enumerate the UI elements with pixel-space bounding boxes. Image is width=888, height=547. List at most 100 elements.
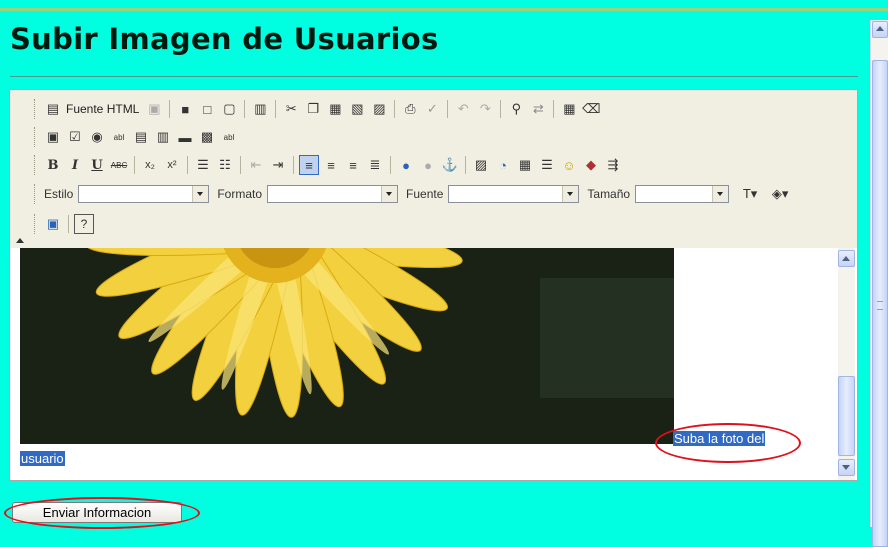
- button-field-icon[interactable]: ▬: [175, 127, 195, 147]
- collapse-toolbar-icon[interactable]: [16, 238, 24, 243]
- style-select[interactable]: [78, 185, 210, 203]
- toolbar-separator: [275, 100, 277, 118]
- text-field-icon[interactable]: abl: [109, 127, 129, 147]
- page-scroll-thumb[interactable]: [872, 60, 888, 547]
- find-icon[interactable]: ⚲: [506, 99, 526, 119]
- source-html-button[interactable]: Fuente HTML: [66, 102, 139, 116]
- textarea-icon[interactable]: ▤: [131, 127, 151, 147]
- toolbar-separator: [465, 156, 466, 174]
- toolbar-separator: [500, 100, 502, 118]
- superscript-icon[interactable]: x²: [162, 155, 182, 175]
- indent-icon[interactable]: ⇥: [268, 155, 288, 175]
- flower-image[interactable]: [20, 248, 674, 444]
- table-icon[interactable]: ▦: [515, 155, 535, 175]
- size-label: Tamaño: [587, 187, 631, 201]
- toolbar-separator: [68, 215, 69, 233]
- toolbar-separator: [293, 156, 294, 174]
- image-icon[interactable]: ▨: [471, 155, 491, 175]
- remove-format-icon[interactable]: ⌫: [581, 99, 601, 119]
- justify-icon[interactable]: ≣: [365, 155, 385, 175]
- new-page-icon[interactable]: □: [197, 99, 217, 119]
- annotation-circle-text: [655, 423, 801, 463]
- preview-icon[interactable]: ▢: [219, 99, 239, 119]
- toolbar-grip: [34, 214, 38, 234]
- align-right-icon[interactable]: ≡: [343, 155, 363, 175]
- background-color-icon[interactable]: ◈▾: [766, 184, 794, 204]
- paste-icon[interactable]: ▦: [325, 99, 345, 119]
- hidden-field-icon[interactable]: abl: [219, 127, 239, 147]
- save-icon[interactable]: ■: [175, 99, 195, 119]
- numbered-list-icon[interactable]: ☰: [193, 155, 213, 175]
- page-scrollbar[interactable]: [870, 20, 888, 547]
- subscript-icon[interactable]: x₂: [140, 155, 160, 175]
- toolbar-row-2: ▣ ☑ ◉ abl ▤ ▥ ▬ ▩ abl: [34, 125, 240, 149]
- templates-icon[interactable]: ▣: [144, 99, 164, 119]
- unlink-icon[interactable]: ●: [418, 155, 438, 175]
- toolbar-row-5: ▣ ?: [34, 212, 95, 236]
- paste-word-icon[interactable]: ▨: [369, 99, 389, 119]
- copy-icon[interactable]: ❐: [303, 99, 323, 119]
- link-icon[interactable]: ●: [396, 155, 416, 175]
- page-scroll-up-button[interactable]: [872, 21, 888, 38]
- replace-icon[interactable]: ⇄: [528, 99, 548, 119]
- select-field-icon[interactable]: ▥: [153, 127, 173, 147]
- undo-icon[interactable]: ↶: [453, 99, 473, 119]
- format-select[interactable]: [267, 185, 399, 203]
- print-icon[interactable]: ⎙: [400, 99, 420, 119]
- bold-icon[interactable]: B: [43, 155, 63, 175]
- title-rule: [10, 76, 858, 77]
- select-all-icon[interactable]: ▦: [559, 99, 579, 119]
- bulleted-list-icon[interactable]: ☷: [215, 155, 235, 175]
- annotation-circle-button: [4, 497, 200, 529]
- italic-icon[interactable]: I: [65, 155, 85, 175]
- editor-scroll-up-button[interactable]: [838, 250, 855, 267]
- smiley-icon[interactable]: ☺: [559, 155, 579, 175]
- paste-text-icon[interactable]: ▧: [347, 99, 367, 119]
- image-button-icon[interactable]: ▩: [197, 127, 217, 147]
- toolbar-separator: [394, 100, 396, 118]
- special-char-icon[interactable]: ◆: [581, 155, 601, 175]
- toolbar-separator: [169, 100, 171, 118]
- chevron-down-icon[interactable]: [562, 186, 579, 202]
- toolbar-separator: [187, 156, 188, 174]
- radio-icon[interactable]: ◉: [87, 127, 107, 147]
- page-break-icon[interactable]: ⇶: [603, 155, 623, 175]
- font-select[interactable]: [448, 185, 580, 203]
- outdent-icon[interactable]: ⇤: [246, 155, 266, 175]
- align-center-icon[interactable]: ≡: [321, 155, 341, 175]
- toolbar-grip: [34, 99, 38, 119]
- size-select[interactable]: [635, 185, 730, 203]
- document-icon[interactable]: ▥: [250, 99, 270, 119]
- align-left-icon[interactable]: ≡: [299, 155, 319, 175]
- chevron-down-icon[interactable]: [712, 186, 729, 202]
- underline-icon[interactable]: U: [87, 155, 107, 175]
- toolbar-grip: [34, 184, 38, 204]
- redo-icon[interactable]: ↷: [475, 99, 495, 119]
- strikethrough-icon[interactable]: ABC: [109, 155, 129, 175]
- form-icon[interactable]: ▣: [43, 127, 63, 147]
- show-blocks-icon[interactable]: ▣: [43, 214, 63, 234]
- text-color-icon[interactable]: T▾: [736, 184, 764, 204]
- checkbox-icon[interactable]: ☑: [65, 127, 85, 147]
- toolbar-separator: [447, 100, 449, 118]
- top-divider: [0, 8, 888, 11]
- editor-scroll-thumb[interactable]: [838, 376, 855, 456]
- editor-scrollbar[interactable]: [838, 248, 855, 480]
- flash-icon[interactable]: ◔: [493, 155, 513, 175]
- chevron-down-icon[interactable]: [192, 186, 209, 202]
- toolbar-separator: [390, 156, 391, 174]
- spellcheck-icon[interactable]: ✓: [422, 99, 442, 119]
- help-icon[interactable]: ?: [74, 214, 94, 234]
- toolbar-row-1: ▤ Fuente HTML ▣ ■ □ ▢ ▥ ✂ ❐ ▦ ▧ ▨ ⎙ ✓ ↶ …: [34, 97, 602, 121]
- chevron-down-icon[interactable]: [381, 186, 398, 202]
- horizontal-rule-icon[interactable]: ☰: [537, 155, 557, 175]
- toolbar-row-3: B I U ABC x₂ x² ☰ ☷ ⇤ ⇥ ≡ ≡ ≡ ≣ ● ● ⚓ ▨ …: [34, 153, 624, 177]
- font-label: Fuente: [406, 187, 444, 201]
- selected-text-line-2[interactable]: usuario: [20, 451, 65, 466]
- anchor-icon[interactable]: ⚓: [440, 155, 460, 175]
- editor-scroll-down-button[interactable]: [838, 459, 855, 476]
- source-html-icon[interactable]: ▤: [43, 99, 63, 119]
- cut-icon[interactable]: ✂: [281, 99, 301, 119]
- toolbar-separator: [240, 156, 241, 174]
- toolbar-grip: [34, 155, 38, 175]
